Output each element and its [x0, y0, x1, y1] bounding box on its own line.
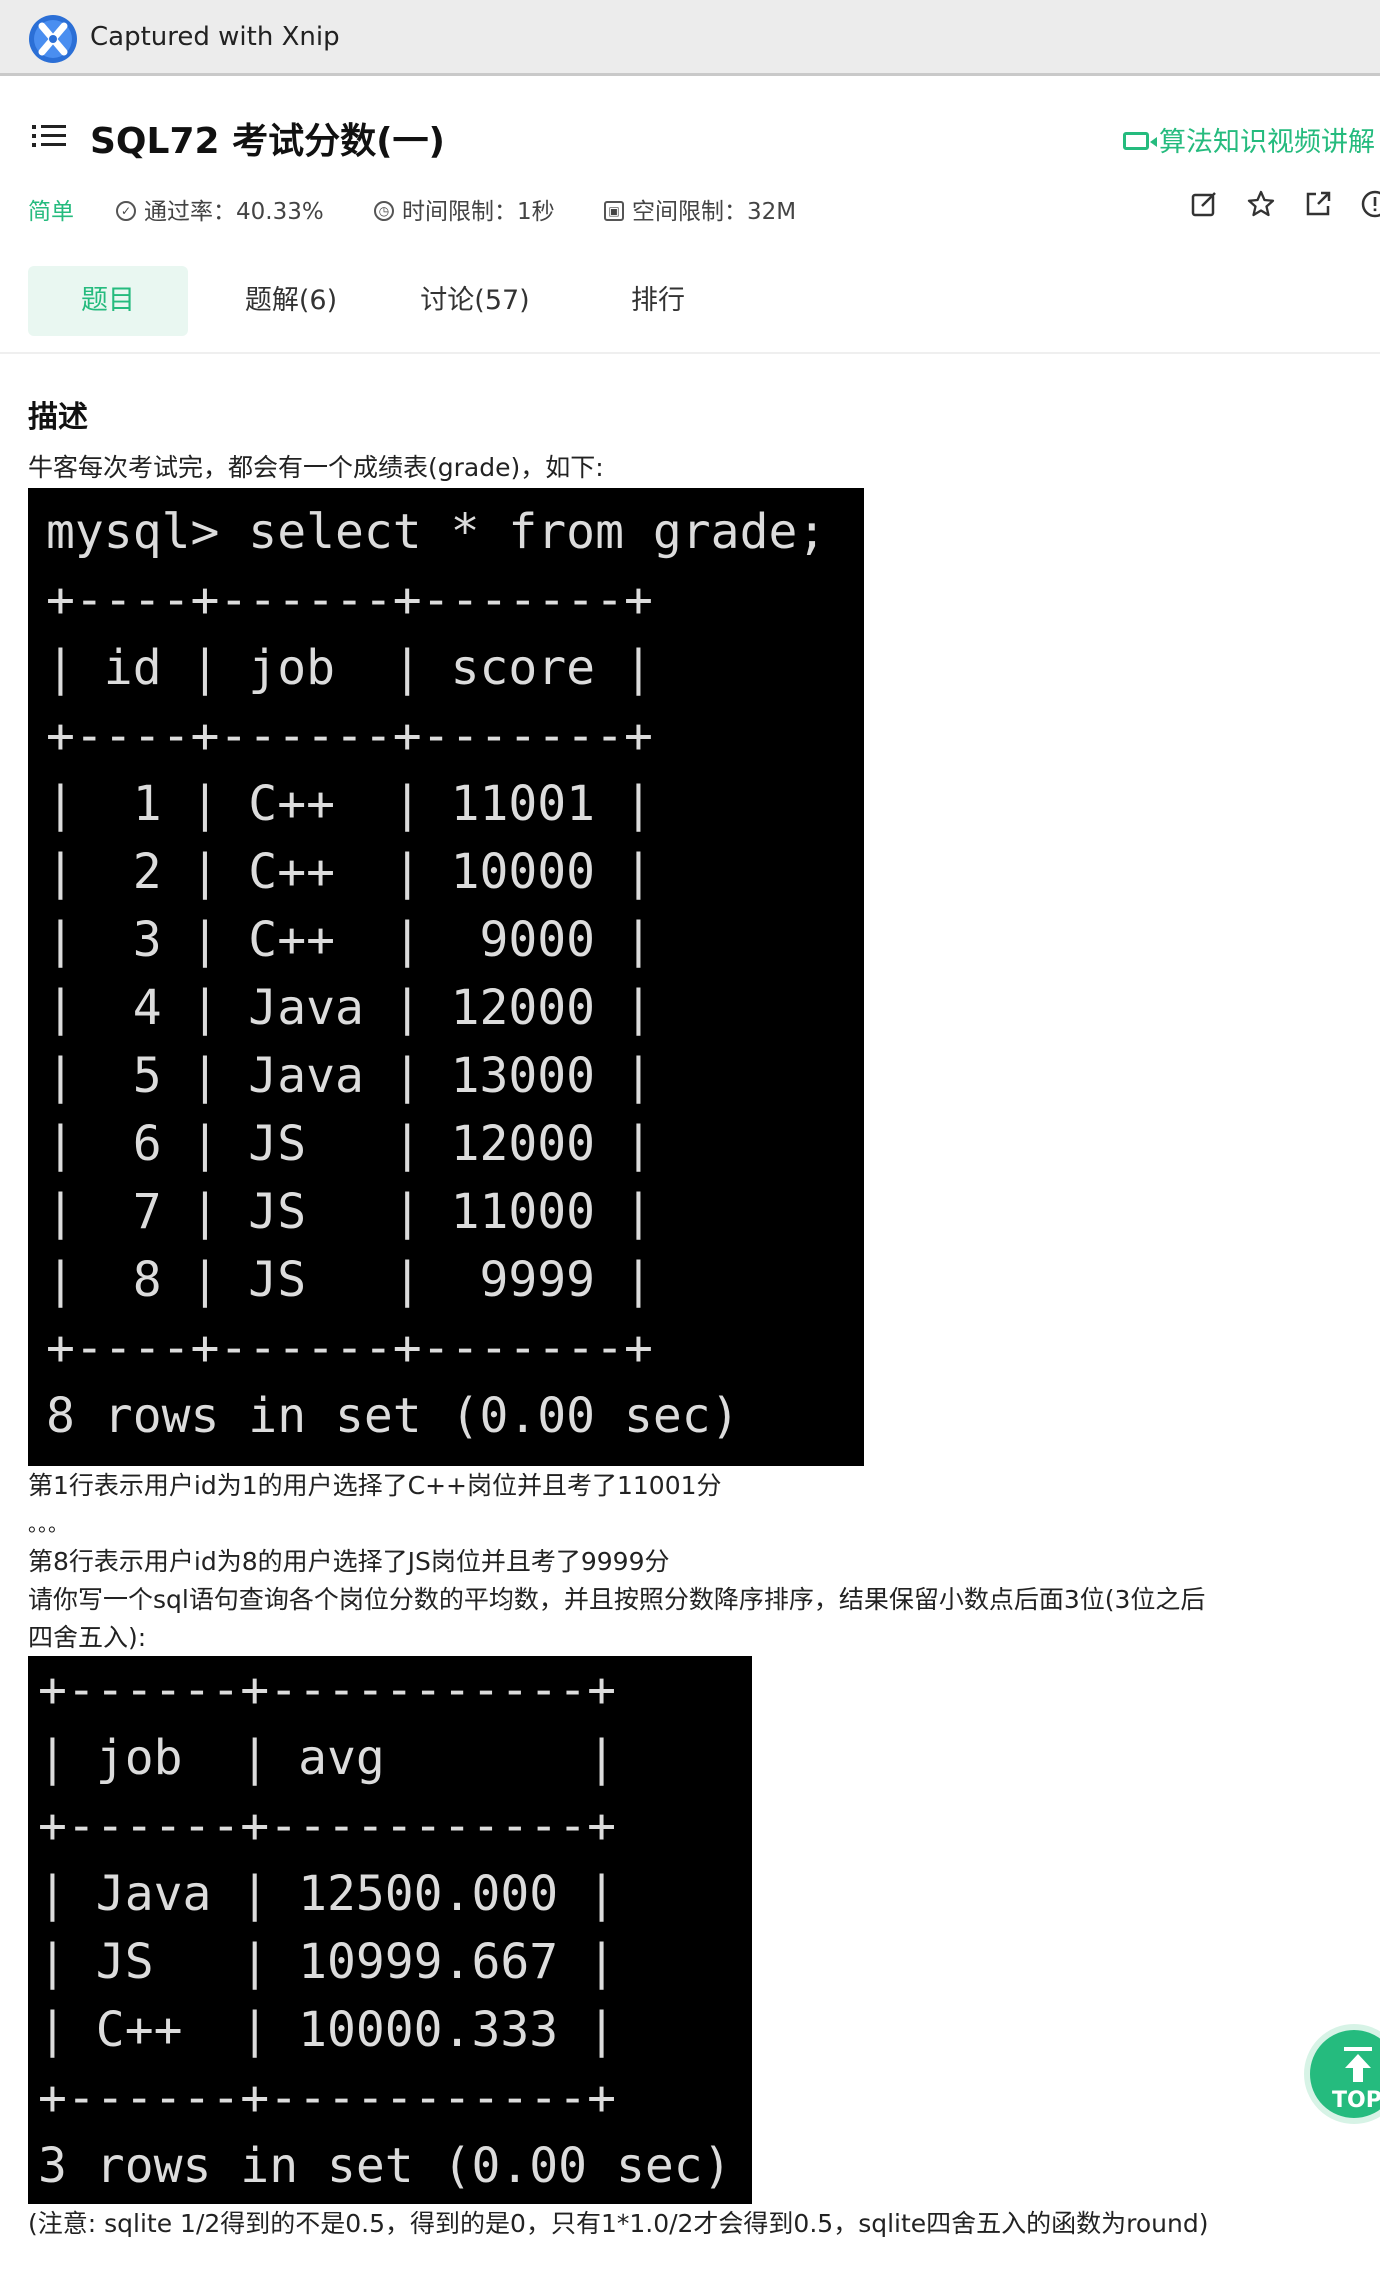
list-menu-icon[interactable]: [32, 122, 66, 150]
page-title: SQL72 考试分数(一): [90, 121, 446, 162]
task-line: 请你写一个sql语句查询各个岗位分数的平均数，并且按照分数降序排序，结果保留小数…: [28, 1585, 1206, 1614]
check-circle-icon: ✓: [116, 200, 136, 221]
share-icon[interactable]: [1304, 190, 1332, 218]
intro-text: 牛客每次考试完，都会有一个成绩表(grade)，如下:: [28, 453, 604, 482]
grade-table-terminal: mysql> select * from grade; +----+------…: [28, 488, 864, 1466]
scroll-top-button[interactable]: TOP: [1304, 2024, 1380, 2124]
sqlite-note: (注意: sqlite 1/2得到的不是0.5，得到的是0，只有1*1.0/2才…: [28, 2209, 1209, 2238]
arrow-up-icon: [1344, 2047, 1372, 2082]
edit-icon[interactable]: [1190, 190, 1218, 218]
tab-divider: [0, 352, 1380, 354]
pass-rate: ✓ 通过率：40.33%: [116, 192, 324, 226]
action-toolbar: [1190, 190, 1380, 218]
video-link-label: 算法知识视频讲解: [1159, 127, 1375, 158]
task-line-cont: 四舍五入):: [28, 1623, 147, 1652]
tab-solutions[interactable]: 题解(6): [226, 266, 356, 336]
chip-icon: ▣: [604, 200, 624, 221]
top-label: TOP: [1332, 2088, 1380, 2113]
clock-icon: ◷: [374, 200, 394, 221]
explanation-line-1: 第1行表示用户id为1的用户选择了C++岗位并且考了11001分: [28, 1471, 722, 1500]
capture-text: Captured with Xnip: [90, 22, 340, 52]
description-heading: 描述: [28, 400, 88, 435]
tab-ranking[interactable]: 排行: [608, 266, 708, 336]
info-icon[interactable]: [1361, 190, 1380, 218]
video-camera-icon: [1123, 131, 1157, 150]
time-limit-text: 时间限制：1秒: [402, 199, 555, 225]
ellipsis-line: 。。。: [28, 1512, 68, 1536]
expected-output-terminal: +------+-----------+ | job | avg | +----…: [28, 1656, 752, 2204]
tab-discussion[interactable]: 讨论(57): [410, 266, 540, 336]
video-lecture-link[interactable]: 算法知识视频讲解: [1123, 120, 1375, 159]
capture-bar: Captured with Xnip: [0, 0, 1380, 76]
tab-problem[interactable]: 题目: [28, 266, 188, 336]
difficulty-badge: 简单: [28, 199, 74, 225]
pass-rate-text: 通过率：40.33%: [144, 199, 324, 225]
xnip-logo-icon: [29, 15, 77, 63]
space-limit-text: 空间限制：32M: [632, 199, 797, 225]
time-limit: ◷ 时间限制：1秒: [374, 192, 555, 226]
star-icon[interactable]: [1247, 190, 1275, 218]
space-limit: ▣ 空间限制：32M: [604, 192, 796, 226]
explanation-line-3: 第8行表示用户id为8的用户选择了JS岗位并且考了9999分: [28, 1547, 670, 1576]
